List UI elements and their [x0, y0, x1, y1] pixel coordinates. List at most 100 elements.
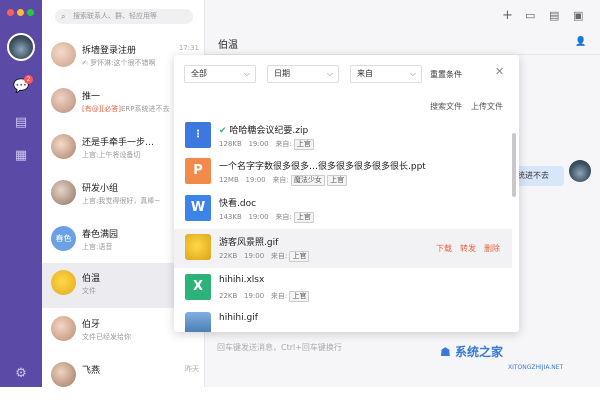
reset-filters-button[interactable]: 重置条件	[430, 69, 462, 80]
file-size: 143KB	[219, 213, 242, 221]
chevron-down-icon: ⌵	[243, 69, 250, 78]
avatar	[51, 134, 76, 159]
conversation-name: 伯温	[82, 274, 101, 284]
file-row-hovered[interactable]: 游客风景照.gif 22KB 19:00 来自: 上官 下载 转发 删除	[174, 229, 512, 268]
conversation-name: 研发小组	[82, 184, 119, 194]
avatar	[51, 270, 76, 295]
file-size: 12MB	[219, 176, 239, 184]
conversation-name: 拆墙登录注册	[82, 46, 137, 56]
sender-tag: 上官	[293, 139, 314, 150]
type-filter-select[interactable]: 全部 ⌵	[184, 65, 256, 83]
avatar	[569, 160, 591, 182]
file-meta: 143KB 19:00 来自: 上官	[219, 212, 314, 223]
sender-tag: 上官	[327, 175, 348, 186]
minimize-window-button[interactable]	[17, 9, 24, 16]
file-time: 19:00	[248, 213, 269, 221]
avatar	[51, 362, 76, 387]
file-row[interactable]: ⋮ ✔ 哈哈糖会议纪要.zip 128KB 19:00 来自: 上官	[174, 117, 512, 156]
select-value: 日期	[274, 69, 290, 78]
my-avatar[interactable]	[7, 33, 35, 61]
search-file-button[interactable]: 搜索文件	[430, 101, 462, 112]
conversation-name: 飞燕	[82, 366, 101, 376]
maximize-window-button[interactable]	[27, 9, 34, 16]
verified-icon: ✔	[219, 126, 227, 136]
file-meta: 22KB 19:00 来自: 上官	[219, 251, 310, 262]
settings-icon[interactable]: ⚙	[13, 366, 29, 382]
avatar: 春色	[51, 226, 76, 251]
conversation-name: 伯牙	[82, 320, 101, 330]
avatar	[51, 180, 76, 205]
watermark-icon: ☗	[440, 345, 451, 359]
folder-icon[interactable]: ▭	[525, 9, 535, 22]
conversation-name: 还是手牵手一步…	[82, 138, 155, 148]
forward-button[interactable]: 转发	[460, 243, 476, 254]
xlsx-icon: X	[185, 274, 211, 300]
file-name: 一个名字字数很多很多…很多很多很多很多很长.ppt	[219, 162, 426, 172]
search-icon: ⌕	[61, 12, 66, 21]
watermark-text: 系统之家	[454, 345, 503, 359]
select-value: 来自	[357, 69, 373, 78]
file-row[interactable]: hihihi.gif	[174, 307, 512, 332]
sender-tag: 上官	[289, 251, 310, 262]
preview-text: ERP系统进不去	[120, 105, 170, 113]
conversation-item[interactable]: 飞燕 昨天	[42, 355, 205, 400]
select-value: 全部	[191, 69, 207, 78]
conversation-name: 推一	[82, 92, 101, 102]
message-bubble: 统进不去	[512, 166, 564, 186]
file-size: 22KB	[219, 252, 238, 260]
file-name: 游客风景照.gif	[219, 238, 279, 248]
message-input[interactable]: 回车键发送消息，Ctrl+回车键换行	[217, 342, 342, 353]
sender-tag: 魔法少女	[290, 175, 325, 186]
file-time: 19:00	[248, 140, 269, 148]
conversation-name: 春色满园	[82, 230, 119, 240]
zip-icon: ⋮	[185, 122, 211, 148]
add-icon[interactable]: +	[502, 8, 513, 23]
file-time: 19:00	[244, 252, 265, 260]
chat-title: 伯温	[218, 40, 238, 51]
date-filter-select[interactable]: 日期 ⌵	[267, 65, 339, 83]
file-name-text: 哈哈糖会议纪要.zip	[229, 126, 309, 136]
chevron-down-icon: ⌵	[326, 69, 333, 78]
gif-image-icon	[185, 234, 211, 260]
from-label: 来自:	[275, 213, 292, 221]
chat-header: 伯温 👤	[205, 30, 600, 55]
docs-icon[interactable]: ▤	[13, 115, 29, 131]
sender-tag: 上官	[289, 291, 310, 302]
close-icon[interactable]: ✕	[495, 65, 504, 78]
scrollbar[interactable]	[512, 133, 516, 197]
chevron-down-icon: ⌵	[409, 69, 416, 78]
download-button[interactable]: 下载	[436, 243, 452, 254]
delete-button[interactable]: 删除	[484, 243, 500, 254]
chat-icon[interactable]: ▤	[549, 9, 559, 22]
doc-icon: W	[185, 195, 211, 221]
file-panel: 全部 ⌵ 日期 ⌵ 来自 ⌵ 重置条件 ✕ 搜索文件 上传文件 ⋮ ✔ 哈哈糖会议纪要…	[174, 55, 519, 332]
file-size: 128KB	[219, 140, 242, 148]
file-name: hihihi.xlsx	[219, 275, 265, 285]
from-label: 来自:	[270, 252, 288, 260]
upload-file-button[interactable]: 上传文件	[471, 101, 503, 112]
file-name: hihihi.gif	[219, 313, 258, 323]
search-input[interactable]: 搜索联系人、群、轻应用等	[55, 9, 193, 24]
unread-badge: 2	[24, 75, 33, 84]
close-window-button[interactable]	[7, 9, 14, 16]
file-row[interactable]: P 一个名字字数很多很多…很多很多很多很多很长.ppt 12MB 19:00 来…	[174, 153, 512, 192]
apps-icon[interactable]: ▦	[13, 148, 29, 164]
avatar	[51, 88, 76, 113]
file-row[interactable]: W 快看.doc 143KB 19:00 来自: 上官	[174, 190, 512, 229]
screen-icon[interactable]: ▣	[573, 9, 583, 22]
conversation-preview: 文件已经发给你	[82, 333, 131, 341]
file-row[interactable]: X hihihi.xlsx 22KB 19:00 来自: 上官	[174, 269, 512, 308]
from-filter-select[interactable]: 来自 ⌵	[350, 65, 422, 83]
person-icon[interactable]: 👤	[575, 37, 586, 47]
watermark-logo: ☗ 系统之家	[440, 343, 503, 360]
file-name: 快看.doc	[219, 199, 257, 209]
from-label: 来自:	[272, 176, 289, 184]
file-meta: 128KB 19:00 来自: 上官	[219, 139, 314, 150]
avatar	[51, 42, 76, 67]
ppt-icon: P	[185, 158, 211, 184]
file-meta: 22KB 19:00 来自: 上官	[219, 291, 310, 302]
file-meta: 12MB 19:00 来自: 魔法少女 上官	[219, 175, 348, 186]
file-time: 19:00	[245, 176, 266, 184]
app-sidebar: 💬 2 ▤ ▦ ⚙	[0, 0, 42, 387]
conversation-time: 17:31	[178, 44, 199, 52]
